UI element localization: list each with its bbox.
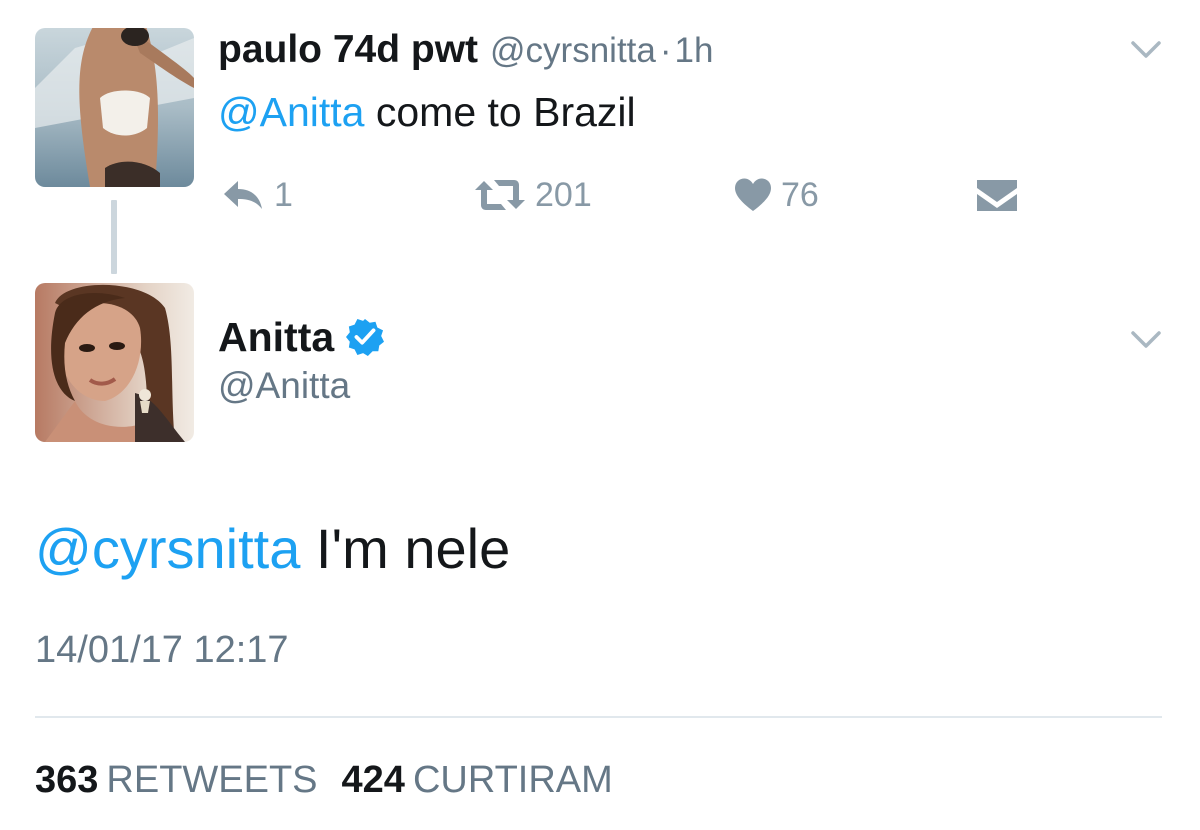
conversation-thread-line	[111, 200, 117, 274]
header-separator: ·	[659, 31, 672, 70]
likes-count: 424	[341, 759, 405, 801]
likes-stat[interactable]: 424 CURTIRAM	[342, 759, 613, 801]
reply-author-name[interactable]: paulo 74d pwt	[218, 28, 478, 71]
user-photo-avatar-image	[35, 283, 194, 442]
heart-icon	[735, 178, 771, 211]
verified-badge-icon	[346, 318, 385, 356]
retweets-label: RETWEETS	[106, 759, 318, 801]
retweets-stat[interactable]: 363 RETWEETS	[35, 759, 318, 801]
reply-author-avatar[interactable]	[35, 28, 194, 187]
retweets-count: 363	[35, 759, 99, 801]
main-author-name-row: Anitta	[218, 311, 385, 363]
likes-label: CURTIRAM	[412, 759, 613, 801]
main-tweet-body: I'm nele	[300, 517, 511, 580]
envelope-icon	[977, 180, 1017, 211]
reply-arrow-icon	[224, 181, 262, 209]
reply-tweet-action-bar: 1 201 76	[220, 170, 1040, 220]
tweet-stats: 363 RETWEETS 424 CURTIRAM	[35, 756, 613, 804]
reply-tweet-body: come to Brazil	[364, 89, 636, 135]
main-author-name[interactable]: Anitta	[218, 311, 334, 363]
mention-link[interactable]: @cyrsnitta	[35, 517, 300, 580]
main-tweet-text: @cyrsnitta I'm nele	[35, 516, 510, 582]
reply-author-handle[interactable]: @cyrsnitta	[490, 31, 656, 70]
divider	[35, 716, 1162, 718]
tweet-timestamp[interactable]: 14/01/17 12:17	[35, 626, 289, 674]
retweet-button[interactable]: 201	[473, 170, 592, 220]
reply-tweet-text: @Anitta come to Brazil	[218, 86, 636, 138]
direct-message-button[interactable]	[976, 170, 1018, 220]
reply-time-ago[interactable]: 1h	[675, 31, 714, 70]
reply-tweet-header: paulo 74d pwt @cyrsnitta ·1h	[218, 27, 713, 81]
mention-link[interactable]: @Anitta	[218, 89, 364, 135]
chevron-down-icon[interactable]	[1130, 40, 1162, 60]
reply-count: 1	[274, 175, 293, 214]
main-author-handle[interactable]: @Anitta	[218, 362, 350, 410]
retweet-icon	[475, 180, 525, 210]
user-photo-avatar-image	[35, 28, 194, 187]
reply-button[interactable]: 1	[220, 170, 293, 220]
like-count: 76	[781, 175, 819, 214]
main-author-avatar[interactable]	[35, 283, 194, 442]
retweet-count: 201	[535, 175, 592, 214]
chevron-down-icon[interactable]	[1130, 330, 1162, 350]
like-button[interactable]: 76	[733, 170, 819, 220]
